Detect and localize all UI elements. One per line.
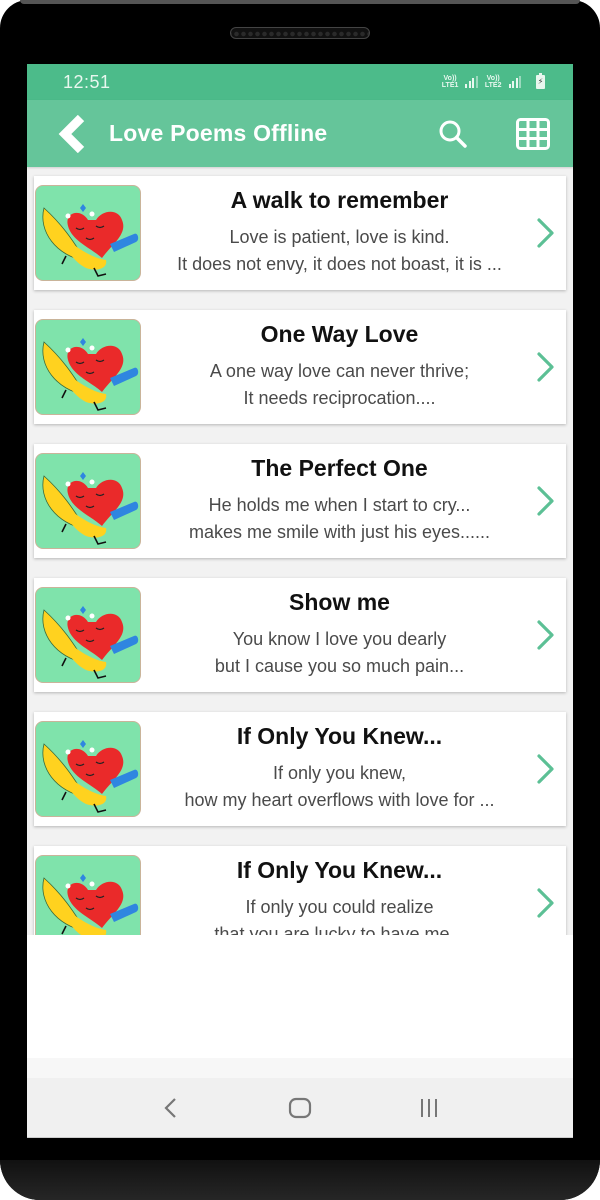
home-icon — [288, 1097, 312, 1118]
poem-excerpt-line-1: If only you could realize — [245, 897, 434, 917]
poem-title: If Only You Knew... — [236, 857, 443, 883]
poem-title: A walk to remember — [230, 187, 449, 213]
app-title: Love Poems Offline — [109, 120, 328, 146]
back-icon — [164, 1097, 177, 1118]
status-icons: Vo)) LTE1 Vo)) LTE2 ⚡ — [442, 73, 545, 89]
sim2-volte-icon: Vo)) LTE2 — [485, 75, 502, 89]
poem-card[interactable]: The Perfect One He holds me when I start… — [34, 444, 566, 558]
screen: 12:51 Vo)) LTE1 Vo)) LTE2 ⚡ Love Poems O… — [27, 64, 573, 1138]
chevron-right-icon[interactable] — [534, 350, 558, 384]
poem-title: The Perfect One — [251, 455, 428, 481]
empty-area-bottom — [27, 1058, 573, 1078]
status-time: 12:51 — [63, 71, 111, 92]
heart-feather-illustration-icon — [42, 472, 139, 545]
poem-card[interactable]: A walk to remember Love is patient, love… — [34, 176, 566, 290]
sim2-volte-label: Vo)) — [486, 75, 500, 82]
earpiece-speaker — [230, 27, 370, 39]
recents-icon — [420, 1098, 437, 1117]
poem-card-body: One Way Love A one way love can never th… — [141, 310, 566, 424]
chevron-right-icon[interactable] — [534, 484, 558, 518]
poem-excerpt-line-2: that you are lucky to have me... — [214, 924, 465, 935]
poem-excerpt-line-1: He holds me when I start to cry... — [208, 495, 471, 515]
poem-card[interactable]: Show me You know I love you dearly but I… — [34, 578, 566, 692]
chevron-right-icon[interactable] — [534, 752, 558, 786]
poem-card[interactable]: If Only You Knew... If only you knew, ho… — [34, 712, 566, 826]
sim1-volte-icon: Vo)) LTE1 — [442, 75, 459, 89]
phone-frame: 12:51 Vo)) LTE1 Vo)) LTE2 ⚡ Love Poems O… — [0, 0, 600, 1200]
poem-card-body: A walk to remember Love is patient, love… — [141, 176, 566, 290]
nav-home-button[interactable] — [280, 1088, 320, 1128]
nav-recents-button[interactable] — [409, 1088, 449, 1128]
poem-thumbnail — [35, 185, 141, 281]
signal-icon-2 — [508, 76, 521, 88]
chevron-right-icon[interactable] — [534, 618, 558, 652]
system-nav-bar — [27, 1078, 573, 1138]
poem-thumbnail — [35, 587, 141, 683]
poem-list[interactable]: A walk to remember Love is patient, love… — [27, 167, 573, 935]
poem-thumbnail — [35, 721, 141, 817]
phone-chin — [0, 1160, 600, 1200]
nav-back-button[interactable] — [151, 1088, 191, 1128]
poem-excerpt-line-2: but I cause you so much pain... — [214, 656, 465, 676]
back-button[interactable] — [57, 114, 87, 154]
chevron-right-icon[interactable] — [534, 886, 558, 920]
search-icon — [439, 120, 467, 148]
search-button[interactable] — [433, 114, 473, 154]
chevron-right-icon[interactable] — [534, 216, 558, 250]
signal-icon-1 — [465, 76, 478, 88]
status-bar: 12:51 Vo)) LTE1 Vo)) LTE2 ⚡ — [27, 64, 573, 100]
chevron-left-icon — [58, 114, 85, 153]
heart-feather-illustration-icon — [42, 606, 139, 679]
grid-view-button[interactable] — [513, 114, 553, 154]
poem-thumbnail — [35, 453, 141, 549]
heart-feather-illustration-icon — [42, 204, 139, 277]
poem-card-body: If Only You Knew... If only you knew, ho… — [141, 712, 566, 826]
poem-excerpt-line-2: makes me smile with just his eyes...... — [188, 522, 491, 542]
app-bar: Love Poems Offline — [27, 100, 573, 167]
poem-thumbnail — [35, 319, 141, 415]
poem-card-body: If Only You Knew... If only you could re… — [141, 846, 566, 935]
poem-title: Show me — [289, 589, 390, 615]
battery-charging-icon: ⚡ — [536, 73, 545, 89]
sim1-lte-label: LTE1 — [441, 82, 459, 89]
poem-card-body: Show me You know I love you dearly but I… — [141, 578, 566, 692]
poem-title: One Way Love — [260, 321, 419, 347]
poem-excerpt-line-1: You know I love you dearly — [232, 629, 447, 649]
poem-card[interactable]: One Way Love A one way love can never th… — [34, 310, 566, 424]
poem-title: If Only You Knew... — [236, 723, 443, 749]
grid-icon — [516, 117, 550, 150]
heart-feather-illustration-icon — [42, 740, 139, 813]
poem-excerpt-line-1: If only you knew, — [272, 763, 407, 783]
poem-excerpt-line-2: It does not envy, it does not boast, it … — [177, 254, 502, 274]
heart-feather-illustration-icon — [42, 874, 139, 935]
sim2-lte-label: LTE2 — [484, 82, 502, 89]
heart-feather-illustration-icon — [42, 338, 139, 411]
poem-excerpt-line-2: It needs reciprocation.... — [243, 388, 436, 408]
phone-edge — [20, 0, 580, 4]
empty-area — [27, 935, 573, 1058]
poem-thumbnail — [35, 855, 141, 935]
poem-excerpt-line-1: Love is patient, love is kind. — [229, 227, 450, 247]
poem-card[interactable]: If Only You Knew... If only you could re… — [34, 846, 566, 935]
poem-excerpt-line-2: how my heart overflows with love for ... — [184, 790, 495, 810]
poem-card-body: The Perfect One He holds me when I start… — [141, 444, 566, 558]
poem-excerpt-line-1: A one way love can never thrive; — [209, 361, 470, 381]
sim1-volte-label: Vo)) — [443, 75, 457, 82]
